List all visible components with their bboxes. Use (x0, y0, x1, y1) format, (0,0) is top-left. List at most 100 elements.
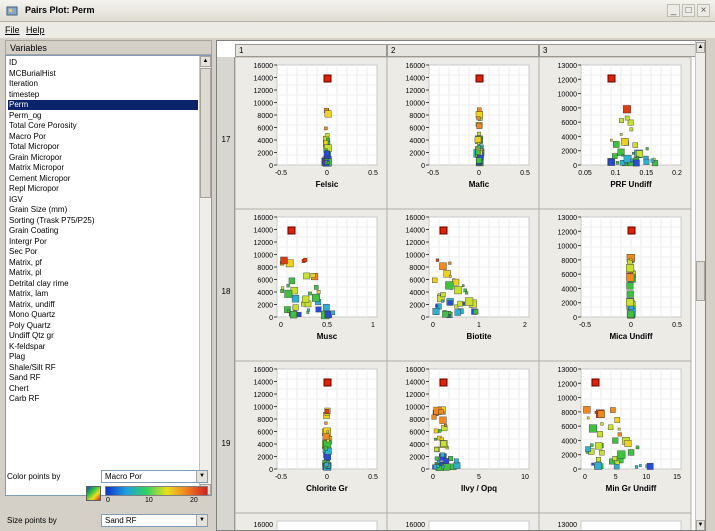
y-tick-label: 0 (269, 315, 273, 322)
data-point (326, 430, 330, 434)
variable-list-item[interactable]: MCBurialHist (8, 69, 198, 79)
data-point (597, 410, 605, 418)
minimize-icon[interactable]: _ (667, 4, 680, 17)
data-point (288, 277, 296, 285)
grid-scrollbar[interactable]: ▲ ▼ (695, 41, 705, 530)
y-tick-label: 4000 (409, 138, 425, 145)
data-point (635, 445, 640, 450)
scroll-up-icon[interactable]: ▲ (200, 56, 211, 67)
chevron-down-icon[interactable]: ▼ (196, 471, 207, 482)
x-axis-label: Mica Undiff (609, 332, 652, 341)
data-point (445, 281, 454, 290)
data-point (599, 450, 605, 456)
data-point (627, 119, 634, 126)
data-point (586, 416, 590, 420)
variable-list-item[interactable]: Grain Coating (8, 226, 198, 236)
maximize-icon[interactable]: □ (682, 4, 695, 17)
variable-list-item[interactable]: Total Micropor (8, 142, 198, 152)
y-tick-label: 0 (421, 467, 425, 474)
x-tick-label: 0.15 (640, 170, 654, 177)
y-tick-label: 2000 (561, 301, 577, 308)
variable-list-item[interactable]: Perm (8, 100, 198, 110)
variable-list-item[interactable]: Grain Micropor (8, 153, 198, 163)
data-point (652, 157, 656, 161)
y-tick-label: 2000 (257, 455, 273, 462)
app-icon (6, 6, 18, 16)
variable-list-item[interactable]: Cement Micropor (8, 174, 198, 184)
menu-file[interactable]: File (5, 25, 20, 35)
variable-list-item[interactable]: Detrital clay rime (8, 279, 198, 289)
variable-list-item[interactable]: Shale/Silt RF (8, 363, 198, 373)
menu-help[interactable]: Help (26, 25, 45, 35)
x-tick-label: 0 (477, 170, 481, 177)
data-point (432, 307, 440, 315)
data-point (286, 284, 290, 288)
data-point (436, 460, 441, 464)
close-icon[interactable]: × (697, 4, 710, 17)
y-tick-label: 6000 (257, 126, 273, 133)
y-tick-label: 4000 (561, 134, 577, 141)
plot-area (276, 520, 378, 530)
variables-list[interactable]: Carb RF Chert Sand RF Shale/Silt RF Plag K-fe… (5, 55, 212, 496)
y-tick-label: 14000 (406, 380, 426, 387)
variable-list-item[interactable]: Macro Por (8, 132, 198, 142)
color-points-select[interactable]: Macro Por ▼ (101, 470, 208, 483)
color-scale-tick-10: 10 (145, 497, 153, 504)
scroll-down-icon[interactable]: ▼ (696, 520, 705, 530)
variable-list-item[interactable]: Grain Size (mm) (8, 205, 198, 215)
variable-list-item[interactable]: Matrix, undiff (8, 300, 198, 310)
variable-list-item[interactable]: Undiff Qtz gr (8, 331, 198, 341)
x-tick-label: -0.5 (579, 322, 591, 329)
variable-list-item[interactable]: Plag (8, 352, 198, 362)
variable-list-item[interactable]: Mono Quartz (8, 310, 198, 320)
y-tick-label: 6000 (561, 424, 577, 431)
scroll-thumb[interactable] (200, 68, 211, 198)
chevron-down-icon[interactable]: ▼ (196, 515, 207, 526)
variable-list-item[interactable]: Sec Por (8, 247, 198, 257)
data-point (477, 107, 482, 112)
variable-list-item[interactable]: Matrix, pl (8, 268, 198, 278)
variable-list-item[interactable]: Matrix Micropor (8, 163, 198, 173)
variable-list-item[interactable]: Matrix, lam (8, 289, 198, 299)
data-point (323, 378, 332, 387)
data-point (583, 406, 591, 414)
scroll-thumb[interactable] (696, 261, 705, 301)
x-tick-label: -0.5 (275, 474, 287, 481)
data-point (324, 462, 329, 467)
data-point (436, 464, 440, 468)
variable-list-item[interactable]: ID (8, 58, 198, 68)
variable-list-item[interactable]: Sand RF (8, 373, 198, 383)
x-tick-label: 5 (477, 474, 481, 481)
size-points-select[interactable]: Sand RF ▼ (101, 514, 208, 527)
variable-list-item[interactable]: K-feldspar (8, 342, 198, 352)
y-tick-label: 6000 (257, 430, 273, 437)
variable-list-item[interactable]: Chert (8, 384, 198, 394)
variable-list-item[interactable]: Iteration (8, 79, 198, 89)
variable-list-item[interactable]: Intergr Por (8, 237, 198, 247)
y-tick-label: 10000 (254, 405, 274, 412)
data-point (312, 293, 320, 302)
variable-list-item[interactable]: timestep (8, 90, 198, 100)
data-point (280, 286, 285, 290)
data-point (624, 115, 630, 121)
data-point (448, 261, 452, 265)
y-tick-label: 8000 (257, 417, 273, 424)
variables-scrollbar[interactable]: ▲ ▼ (199, 56, 211, 495)
data-point (442, 310, 449, 318)
variable-list-item[interactable]: Matrix, pf (8, 258, 198, 268)
y-tick-label: 13000 (558, 522, 578, 529)
y-tick-label: 6000 (409, 278, 425, 285)
x-tick-label: 0 (325, 474, 329, 481)
variable-list-item[interactable]: Repl Micropor (8, 184, 198, 194)
variable-list-item[interactable]: Perm_og (8, 111, 198, 121)
variable-list-item[interactable]: Total Core Porosity (8, 121, 198, 131)
variable-list-item[interactable]: Carb RF (8, 394, 198, 404)
variable-list-item[interactable]: Sorting (Trask P75/P25) (8, 216, 198, 226)
scroll-up-icon[interactable]: ▲ (696, 42, 705, 53)
variable-list-item[interactable]: IGV (8, 195, 198, 205)
color-swatch-icon[interactable] (86, 486, 101, 501)
variable-list-item[interactable]: Poly Quartz (8, 321, 198, 331)
data-point (612, 437, 619, 444)
data-point (454, 458, 459, 464)
data-point (308, 291, 312, 296)
